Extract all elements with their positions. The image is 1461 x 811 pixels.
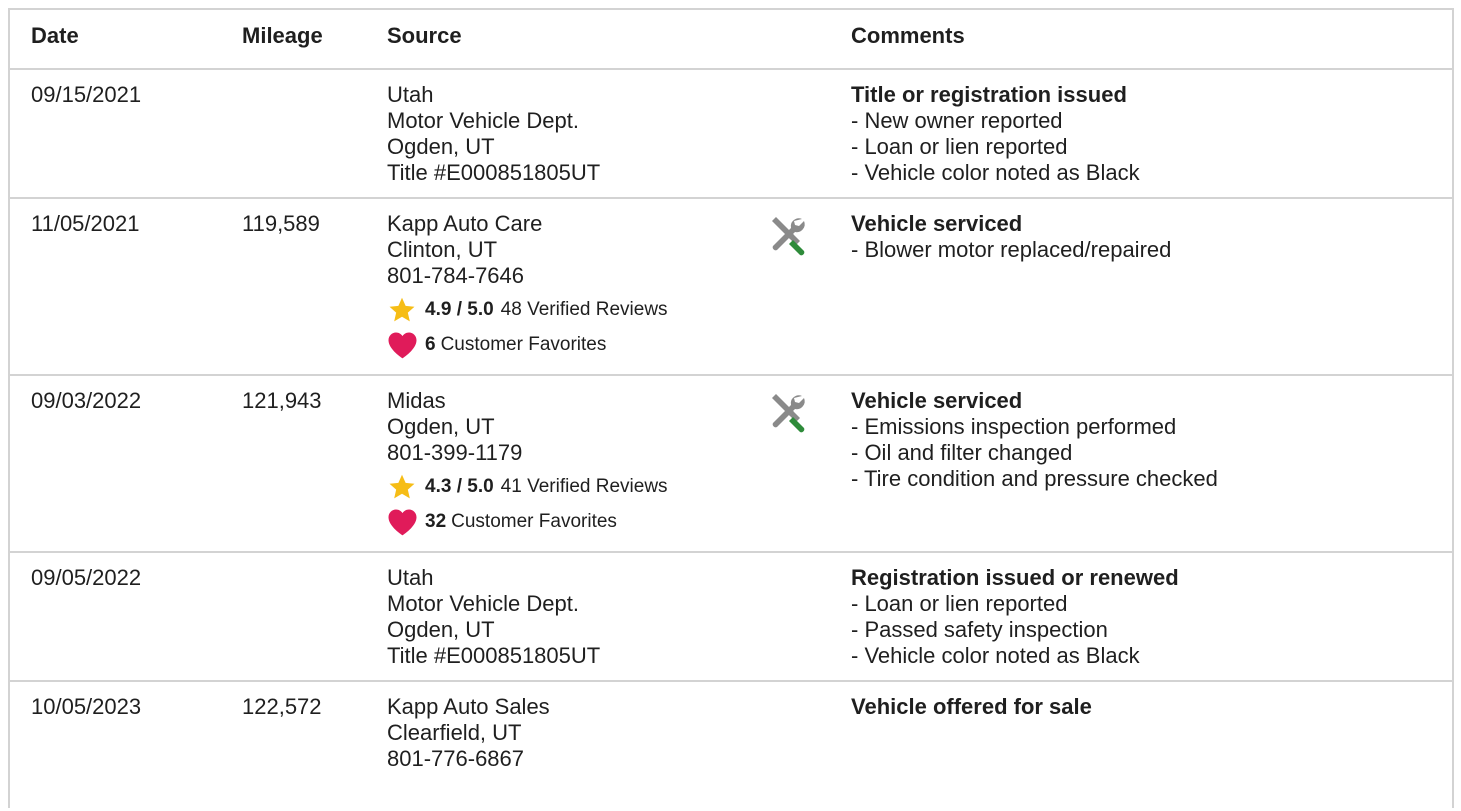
source-name[interactable]: Kapp Auto Care [387, 211, 668, 237]
rating-value: 4.9 / 5.0 [425, 299, 494, 320]
star-icon [387, 473, 419, 501]
comment-title: Registration issued or renewed [851, 565, 1179, 590]
star-icon [387, 296, 419, 324]
comment-title: Vehicle serviced [851, 211, 1023, 236]
vehicle-history-table: Date Mileage Source Comments 09/15/2021 … [8, 8, 1454, 808]
comment-item: - Passed safety inspection [851, 617, 1108, 642]
source-location: Ogden, UT [387, 134, 495, 159]
source-name: Utah [387, 565, 434, 590]
reviews-count: 48 Verified Reviews [500, 299, 668, 320]
comment-item: - Tire condition and pressure checked [851, 466, 1218, 491]
row-date: 09/15/2021 [31, 82, 142, 107]
table-row: 09/03/2022 121,943 Midas Ogden, UT 801-3… [10, 376, 1452, 553]
reviews-count: 41 Verified Reviews [500, 476, 668, 497]
source-title-number: Title #E000851805UT [387, 643, 601, 668]
comment-item: - Oil and filter changed [851, 440, 1073, 465]
service-wrench-icon [766, 213, 810, 263]
row-source: Utah Motor Vehicle Dept. Ogden, UT Title… [387, 565, 600, 669]
comment-item: - Loan or lien reported [851, 591, 1068, 616]
row-comments: Registration issued or renewed - Loan or… [851, 565, 1179, 669]
source-location: Ogden, UT [387, 617, 495, 642]
source-phone[interactable]: 801-784-7646 [387, 263, 668, 289]
row-comments: Vehicle offered for sale [851, 694, 1092, 720]
row-mileage: 121,943 [242, 388, 322, 413]
table-header-row: Date Mileage Source Comments [10, 10, 1452, 70]
source-dept: Motor Vehicle Dept. [387, 591, 579, 616]
row-source: Kapp Auto Care Clinton, UT 801-784-7646 … [387, 211, 668, 360]
comment-title: Vehicle offered for sale [851, 694, 1092, 719]
comment-item: - Vehicle color noted as Black [851, 160, 1140, 185]
comment-title: Vehicle serviced [851, 388, 1023, 413]
comment-item: - Loan or lien reported [851, 134, 1068, 159]
source-phone[interactable]: 801-776-6867 [387, 746, 550, 772]
header-date: Date [31, 23, 79, 48]
row-date: 10/05/2023 [31, 694, 142, 719]
service-wrench-icon [766, 390, 810, 440]
source-name[interactable]: Kapp Auto Sales [387, 694, 550, 720]
comment-item: - New owner reported [851, 108, 1063, 133]
source-location: Clearfield, UT [387, 720, 522, 745]
table-row: 09/05/2022 Utah Motor Vehicle Dept. Ogde… [10, 553, 1452, 682]
source-dept: Motor Vehicle Dept. [387, 108, 579, 133]
favorites-line[interactable]: 6 Customer Favorites [387, 330, 668, 360]
comment-item: - Emissions inspection performed [851, 414, 1177, 439]
heart-icon [387, 508, 419, 536]
table-row: 11/05/2021 119,589 Kapp Auto Care Clinto… [10, 199, 1452, 376]
comment-item: - Vehicle color noted as Black [851, 643, 1140, 668]
source-location: Ogden, UT [387, 414, 495, 439]
source-name[interactable]: Midas [387, 388, 668, 414]
header-comments: Comments [851, 23, 965, 48]
comment-title: Title or registration issued [851, 82, 1127, 107]
header-mileage: Mileage [242, 23, 323, 48]
row-source: Midas Ogden, UT 801-399-1179 4.3 / 5.0 4… [387, 388, 668, 537]
row-date: 11/05/2021 [31, 211, 140, 236]
favorites-count: 32 [425, 511, 447, 532]
favorites-label: Customer Favorites [440, 334, 607, 355]
row-mileage: 119,589 [242, 211, 320, 236]
source-title-number: Title #E000851805UT [387, 160, 601, 185]
header-source: Source [387, 23, 462, 48]
row-comments: Title or registration issued - New owner… [851, 82, 1140, 186]
rating-value: 4.3 / 5.0 [425, 476, 494, 497]
source-phone[interactable]: 801-399-1179 [387, 440, 668, 466]
row-source: Utah Motor Vehicle Dept. Ogden, UT Title… [387, 82, 600, 186]
favorites-line[interactable]: 32 Customer Favorites [387, 507, 668, 537]
heart-icon [387, 331, 419, 359]
table-row: 09/15/2021 Utah Motor Vehicle Dept. Ogde… [10, 70, 1452, 199]
rating-line[interactable]: 4.3 / 5.0 41 Verified Reviews [387, 472, 668, 502]
row-comments: Vehicle serviced - Blower motor replaced… [851, 211, 1171, 263]
table-row: 10/05/2023 122,572 Kapp Auto Sales Clear… [10, 682, 1452, 811]
favorites-label: Customer Favorites [451, 511, 617, 532]
row-comments: Vehicle serviced - Emissions inspection … [851, 388, 1218, 492]
comment-item: - Blower motor replaced/repaired [851, 237, 1172, 262]
row-mileage: 122,572 [242, 694, 322, 719]
source-name: Utah [387, 82, 434, 107]
rating-line[interactable]: 4.9 / 5.0 48 Verified Reviews [387, 295, 668, 325]
favorites-count: 6 [425, 334, 436, 355]
row-date: 09/03/2022 [31, 388, 142, 413]
source-location: Clinton, UT [387, 237, 498, 262]
row-source: Kapp Auto Sales Clearfield, UT 801-776-6… [387, 694, 550, 772]
row-date: 09/05/2022 [31, 565, 142, 590]
